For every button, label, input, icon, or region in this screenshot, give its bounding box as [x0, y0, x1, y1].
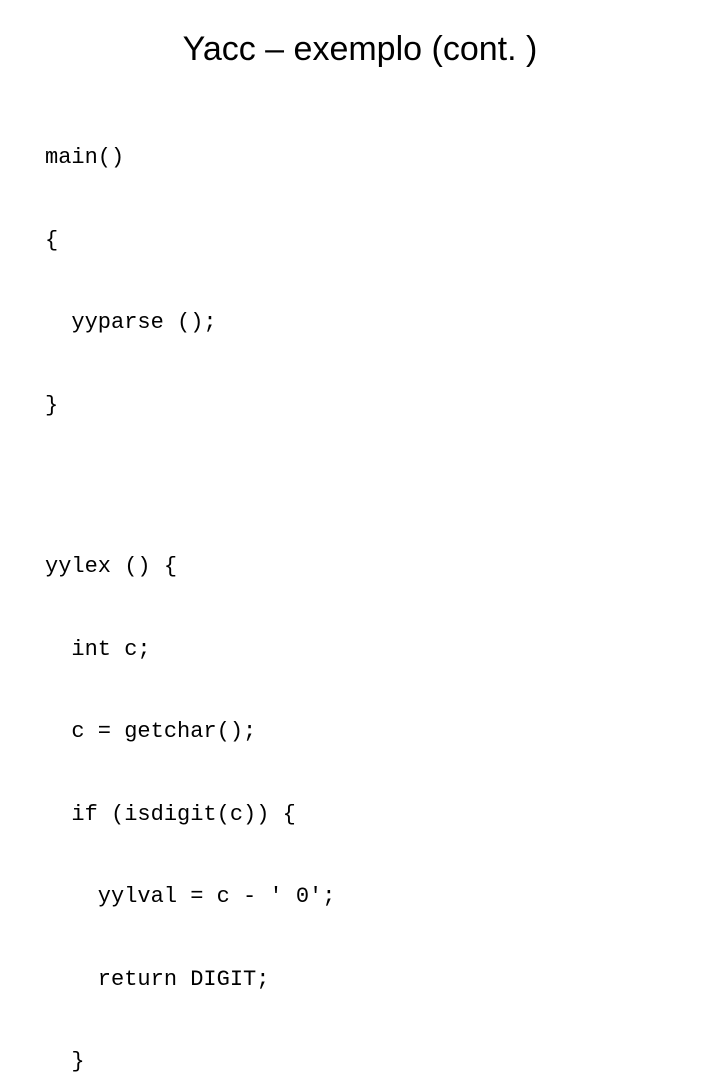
code-line: if (isdigit(c)) {: [45, 801, 720, 829]
code-line: return DIGIT;: [45, 966, 720, 994]
code-line: int c;: [45, 636, 720, 664]
code-section: main() { yyparse (); } yylex () { int c;…: [0, 89, 720, 1080]
code-line: yylex () {: [45, 553, 720, 581]
code-line: {: [45, 227, 720, 255]
code-line: main(): [45, 144, 720, 172]
slide-title: Yacc – exemplo (cont. ): [0, 0, 720, 89]
slide: Yacc – exemplo (cont. ) main() { yyparse…: [0, 0, 720, 540]
code-line: yyparse ();: [45, 309, 720, 337]
code-line: }: [45, 1048, 720, 1076]
code-line: yylval = c - ' 0';: [45, 883, 720, 911]
spacer: [45, 474, 720, 498]
code-line: c = getchar();: [45, 718, 720, 746]
code-line: }: [45, 392, 720, 420]
